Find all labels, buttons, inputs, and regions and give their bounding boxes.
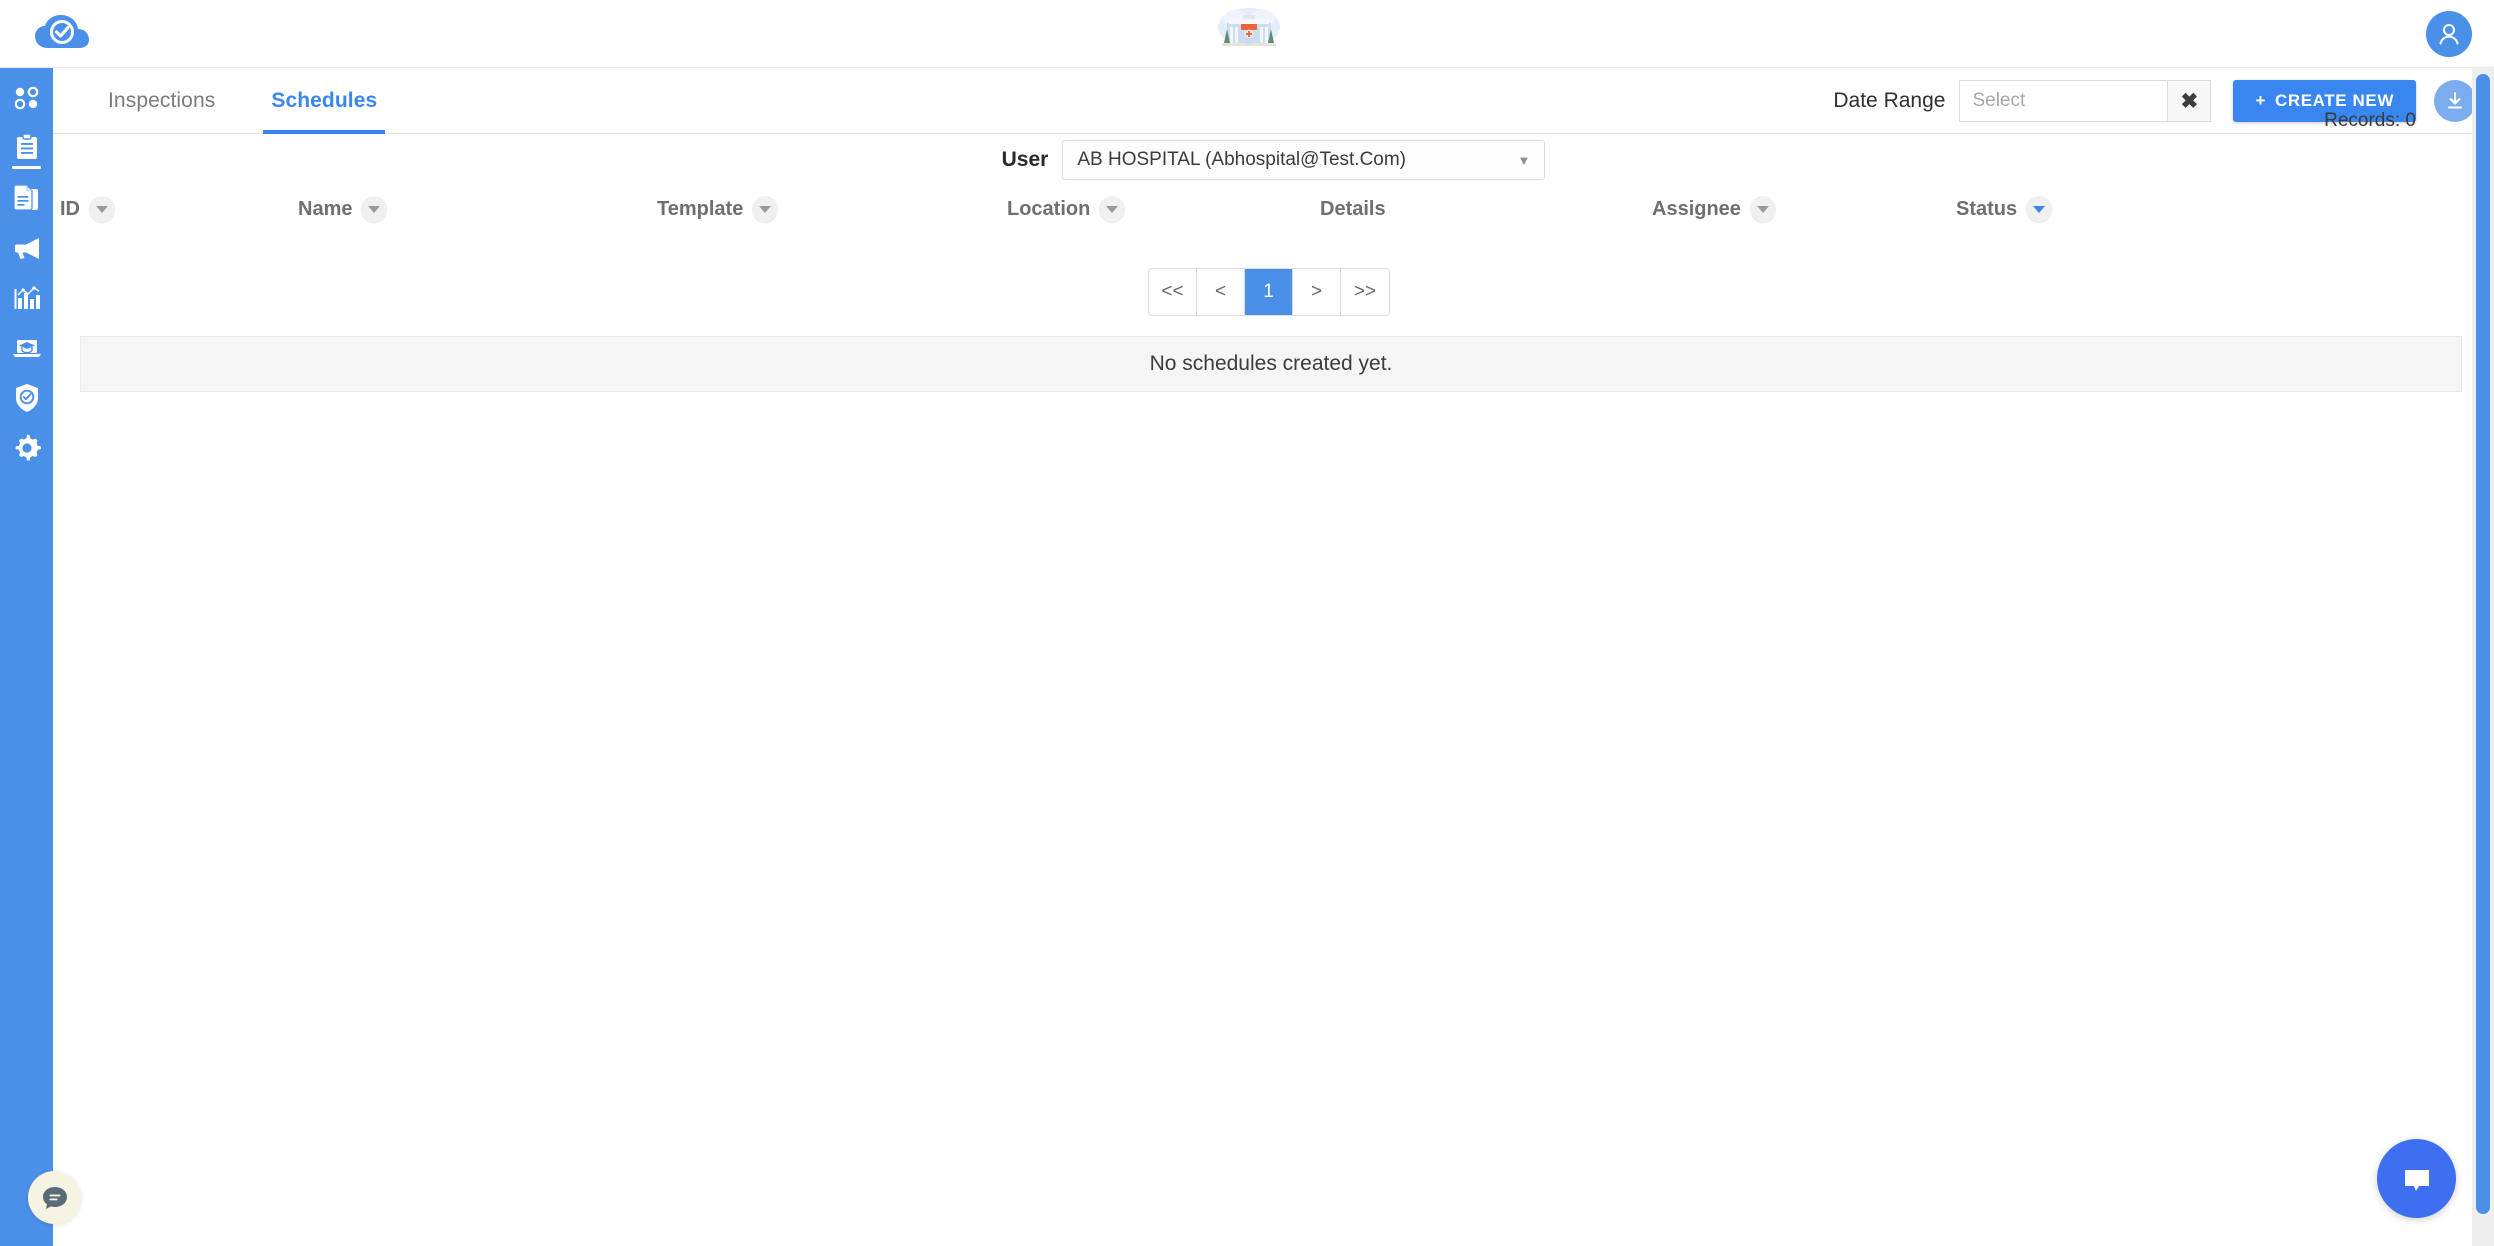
- create-new-label: CREATE NEW: [2275, 91, 2394, 111]
- column-label: Template: [657, 198, 743, 221]
- column-header-details: Details: [1320, 186, 1386, 232]
- column-label: Details: [1320, 198, 1386, 221]
- plus-icon: +: [2255, 91, 2266, 111]
- shield-check-icon: [14, 383, 40, 418]
- chevron-down-icon: ▼: [1517, 153, 1530, 168]
- column-label: Assignee: [1652, 198, 1741, 221]
- chat-bubble-icon[interactable]: [28, 1171, 81, 1224]
- clipboard-icon: [14, 133, 40, 168]
- sidebar-item-analytics[interactable]: [0, 275, 53, 325]
- pagination: << < 1 > >>: [1148, 268, 1390, 316]
- column-label: Location: [1007, 198, 1090, 221]
- empty-state-message: No schedules created yet.: [80, 336, 2462, 392]
- column-header-status: Status: [1956, 186, 2052, 232]
- sidebar-item-dashboard[interactable]: [0, 75, 53, 125]
- prev-page-button[interactable]: <: [1197, 269, 1245, 315]
- sidebar-item-announcements[interactable]: [0, 225, 53, 275]
- next-page-button[interactable]: >: [1293, 269, 1341, 315]
- filter-dropdown-template[interactable]: [752, 196, 778, 222]
- tab-inspections[interactable]: Inspections: [80, 68, 243, 134]
- megaphone-icon: [12, 235, 42, 266]
- top-bar: [0, 0, 2494, 68]
- cloud-check-icon[interactable]: [32, 10, 92, 58]
- page-1-button[interactable]: 1: [1245, 269, 1293, 315]
- tab-schedules[interactable]: Schedules: [243, 68, 405, 134]
- avatar[interactable]: [2426, 11, 2472, 57]
- column-label: Name: [298, 198, 352, 221]
- date-range-input[interactable]: [1959, 80, 2167, 122]
- sidebar-item-inspections[interactable]: [0, 125, 53, 175]
- scrollbar-track[interactable]: [2472, 68, 2494, 1246]
- column-header-location: Location: [1007, 186, 1125, 232]
- first-page-button[interactable]: <<: [1149, 269, 1197, 315]
- scrollbar-thumb[interactable]: [2476, 74, 2490, 1214]
- column-header-id: ID: [60, 186, 115, 232]
- records-count: Records: 0: [2324, 110, 2416, 132]
- hospital-building-illustration: [1216, 5, 1282, 51]
- user-filter-label: User: [1002, 148, 1049, 172]
- column-label: ID: [60, 198, 80, 221]
- sidebar: [0, 68, 53, 1246]
- filter-dropdown-id[interactable]: [89, 196, 115, 222]
- gear-icon: [12, 433, 42, 468]
- content-header: Inspections Schedules Date Range ✖ + CRE…: [53, 68, 2494, 134]
- column-label: Status: [1956, 198, 2017, 221]
- user-select[interactable]: AB HOSPITAL (Abhospital@Test.Com) ▼: [1062, 140, 1545, 180]
- clear-x-icon[interactable]: ✖: [2167, 80, 2211, 122]
- message-bubble-icon[interactable]: [2377, 1139, 2456, 1218]
- download-icon[interactable]: [2434, 80, 2476, 122]
- documents-icon: [13, 183, 41, 218]
- table-header-row: ID Name Template Location Details Assign…: [53, 186, 2494, 232]
- sidebar-item-settings[interactable]: [0, 425, 53, 475]
- column-header-template: Template: [657, 186, 778, 232]
- sidebar-item-compliance[interactable]: [0, 375, 53, 425]
- date-range-label: Date Range: [1833, 89, 1945, 113]
- filter-dropdown-name[interactable]: [361, 196, 387, 222]
- tab-bar: Inspections Schedules: [80, 68, 405, 134]
- user-filter-row: User AB HOSPITAL (Abhospital@Test.Com) ▼: [53, 134, 2494, 186]
- sidebar-item-training[interactable]: [0, 325, 53, 375]
- dashboard-dots-icon: [13, 85, 41, 116]
- last-page-button[interactable]: >>: [1341, 269, 1389, 315]
- filter-dropdown-status[interactable]: [2026, 196, 2052, 222]
- graduation-laptop-icon: [12, 336, 42, 365]
- sidebar-active-indicator: [12, 166, 41, 169]
- column-header-name: Name: [298, 186, 387, 232]
- bar-chart-icon: [13, 285, 41, 316]
- user-select-value: AB HOSPITAL (Abhospital@Test.Com): [1077, 149, 1406, 171]
- column-header-assignee: Assignee: [1652, 186, 1776, 232]
- sidebar-item-documents[interactable]: [0, 175, 53, 225]
- filter-dropdown-location[interactable]: [1099, 196, 1125, 222]
- date-range-group: ✖: [1959, 80, 2211, 122]
- filter-dropdown-assignee[interactable]: [1750, 196, 1776, 222]
